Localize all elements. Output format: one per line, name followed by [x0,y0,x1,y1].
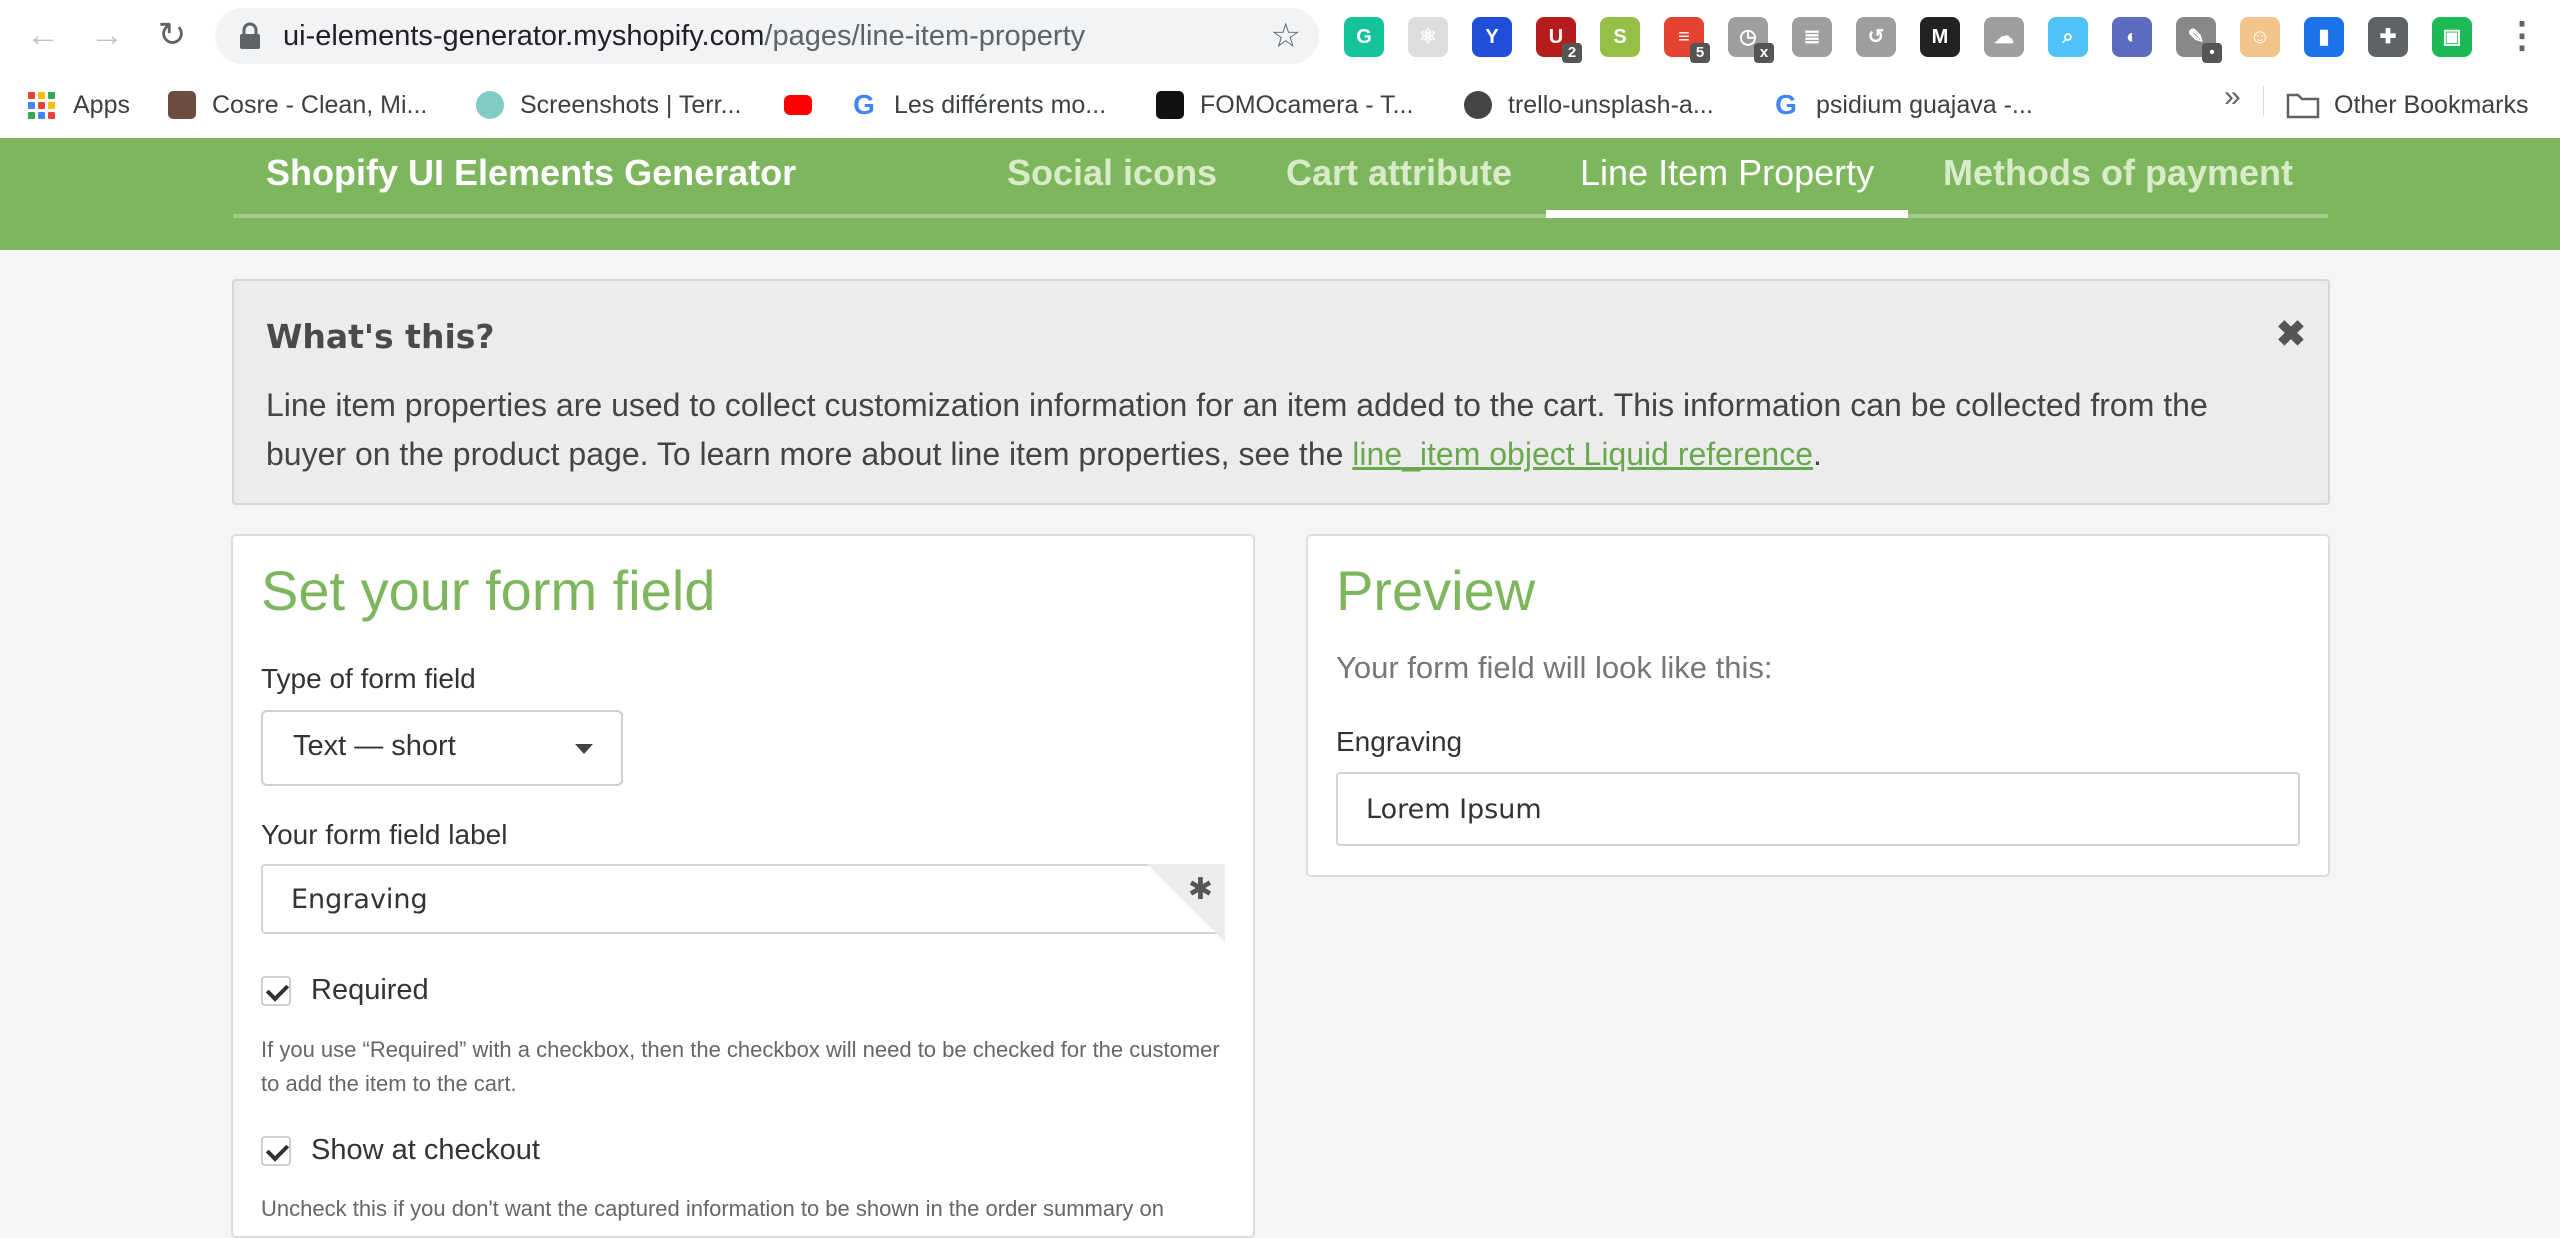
form-field-label-input[interactable] [263,866,1223,932]
cosre-favicon-icon [168,91,196,119]
form-settings-panel: Set your form field Type of form field T… [231,534,1255,1238]
asterisk-icon: ✱ [1187,873,1213,906]
history-extension-icon[interactable]: ↺ [1856,17,1896,57]
puzzle-extension-icon[interactable]: ✚ [2368,17,2408,57]
timer-extension-icon[interactable]: ◷ x [1728,17,1774,63]
close-icon[interactable]: ✖ [2276,313,2306,355]
bookmarks-bar: Apps Cosre - Clean, Mi... Screenshots | … [0,74,2560,139]
medium-extension-icon[interactable]: M [1920,17,1960,57]
react-devtools-extension-icon[interactable]: ⚛ [1408,17,1448,57]
bookmark-psidium[interactable]: Gpsidium guajava -... [1772,85,2033,125]
preview-panel: Preview Your form field will look like t… [1306,534,2330,877]
shopify-extension-icon[interactable]: S [1600,17,1640,57]
extension-badge: 2 [1562,43,1582,63]
extension-badge: • [2202,43,2222,63]
other-bookmarks[interactable]: Other Bookmarks [2286,85,2529,125]
show-at-checkout-help-text: Uncheck this if you don't want the captu… [261,1196,1165,1221]
nav-social-icons[interactable]: Social icons [1007,152,1217,194]
back-arrow-icon[interactable]: ← [21,13,65,57]
field-type-select[interactable]: Text — short [261,710,623,786]
address-bar[interactable]: ui-elements-generator.myshopify.com/page… [215,8,1319,64]
browser-toolbar: ← → ↻ ui-elements-generator.myshopify.co… [0,0,2560,74]
info-title: What's this? [266,317,495,356]
reload-icon[interactable]: ↻ [150,13,194,57]
google-icon: G [853,89,875,120]
preview-field-label: Engraving [1336,726,1463,757]
bookmark-youtube[interactable] [784,85,828,125]
label-input-wrapper: ✱ [261,864,1225,942]
label-field-label: Your form field label [261,819,508,850]
globe-icon [1464,91,1492,119]
required-label[interactable]: Required [311,974,429,1007]
fomocamera-favicon-icon [1156,91,1184,119]
bookmark-fomocamera[interactable]: FOMOcamera - T... [1156,85,1413,125]
cloud-extension-icon[interactable]: ☁ [1984,17,2024,57]
grammarly-extension-icon[interactable]: G [1344,17,1384,57]
url-text: ui-elements-generator.myshopify.com/page… [283,20,1086,52]
required-checkbox[interactable] [261,976,291,1006]
bookmark-star-icon[interactable]: ☆ [1271,16,1301,56]
liquid-reference-link[interactable]: line_item object Liquid reference [1352,436,1813,472]
ublock-extension-icon[interactable]: U2 [1536,17,1582,63]
nav-line-item-property[interactable]: Line Item Property [1580,152,1874,194]
lock-icon [240,22,260,49]
forward-arrow-icon[interactable]: → [85,13,129,57]
show-at-checkout-checkbox[interactable] [261,1136,291,1166]
active-nav-indicator [1546,210,1908,218]
google-icon: G [1775,89,1797,120]
nav-methods-of-payment[interactable]: Methods of payment [1943,152,2293,194]
extension-badge: 5 [1690,43,1710,63]
bookmark-cosre[interactable]: Cosre - Clean, Mi... [168,85,427,125]
y-extension-icon[interactable]: Y [1472,17,1512,57]
circle-extension-icon[interactable]: ◐ [2112,17,2152,57]
apps-grid-icon [28,91,55,119]
outline-extension-icon[interactable]: ≣ [1792,17,1832,57]
chip-extension-icon[interactable]: ▣ [2432,17,2472,57]
required-corner [1147,864,1225,942]
preview-subtitle: Your form field will look like this: [1336,650,1773,685]
check-icon [265,1138,290,1162]
bar-extension-icon[interactable]: ▮ [2304,17,2344,57]
bookmark-les-differents[interactable]: G Les différents mo... [850,85,1106,125]
bookmark-screenshots[interactable]: Screenshots | Terr... [476,85,741,125]
check-icon [265,978,290,1002]
bookmarks-divider [2263,86,2264,116]
preview-engraving-input[interactable] [1338,774,2298,844]
bookmarks-overflow-icon[interactable]: » [2224,80,2241,114]
preview-input-wrapper [1336,772,2300,846]
info-box: What's this? ✖ Line item properties are … [232,279,2330,505]
extension-badge: x [1754,43,1774,63]
header-underline [233,214,2328,218]
eyedropper-extension-icon[interactable]: ✎ • [2176,17,2222,63]
type-field-label: Type of form field [261,663,476,694]
todoist-extension-icon[interactable]: ≡ 5 [1664,17,1710,63]
folder-icon [2286,93,2320,119]
screenshots-favicon-icon [476,91,504,119]
bookmark-apps[interactable]: Apps [28,85,130,125]
caret-down-icon [575,744,593,754]
site-brand[interactable]: Shopify UI Elements Generator [266,152,796,194]
bookmark-trello-unsplash[interactable]: trello-unsplash-a... [1464,85,1714,125]
search-extension-icon[interactable]: ⌕ [2048,17,2088,57]
avatar-extension-icon[interactable]: ☺ [2240,17,2280,57]
youtube-icon [784,95,812,115]
info-text: Line item properties are used to collect… [266,387,2208,472]
form-panel-title: Set your form field [261,559,716,622]
show-at-checkout-label[interactable]: Show at checkout [311,1134,540,1167]
site-header: Shopify UI Elements Generator Social ico… [0,138,2560,250]
nav-cart-attribute[interactable]: Cart attribute [1286,152,1512,194]
preview-title: Preview [1336,559,1536,622]
required-help-text: If you use “Required” with a checkbox, t… [261,1037,1220,1096]
browser-menu-icon[interactable]: ⋮ [2504,14,2540,56]
